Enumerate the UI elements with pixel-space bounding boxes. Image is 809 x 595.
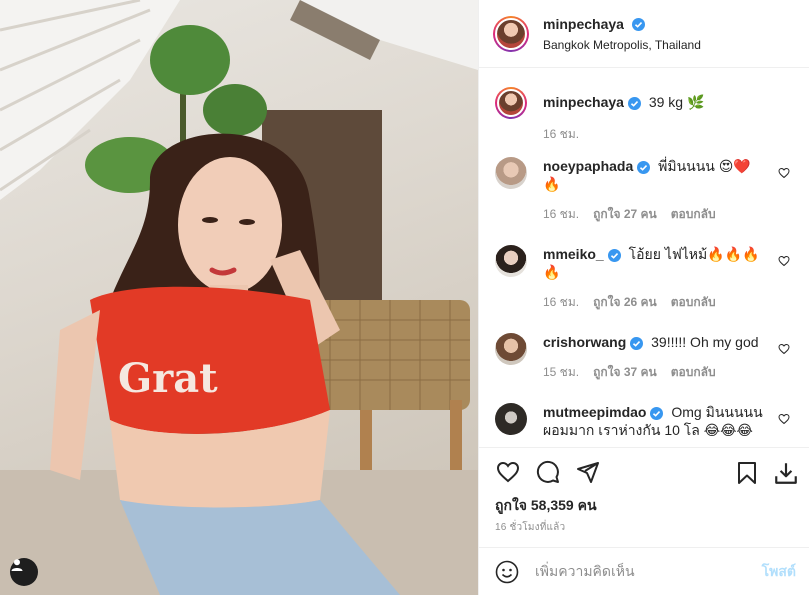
shirt-print-text: Grat bbox=[118, 355, 218, 402]
verified-icon bbox=[607, 248, 621, 262]
comment-text: 39!!!!! Oh my god bbox=[651, 334, 759, 350]
comment-time: 16 ชม. bbox=[543, 295, 580, 309]
post-timestamp: 16 ชั่วโมงที่แล้ว bbox=[495, 522, 566, 533]
comment-likes[interactable]: ถูกใจ 37 คน bbox=[593, 363, 657, 381]
emoji-icon[interactable] bbox=[495, 560, 519, 584]
comment-item: noeypaphada พี่มินนนน 😍❤️🔥 16 ชม. ถูกใจ 2… bbox=[495, 157, 794, 245]
heart-icon[interactable] bbox=[778, 255, 790, 267]
commenter-avatar[interactable] bbox=[495, 245, 527, 277]
verified-icon bbox=[637, 160, 651, 174]
caption-time: 16 ชม. bbox=[543, 127, 580, 141]
comment-time: 16 ชม. bbox=[543, 207, 580, 221]
post-caption: minpechaya 39 kg 🌿 16 ชม. bbox=[495, 69, 794, 157]
verified-icon bbox=[630, 336, 644, 350]
commenter-avatar[interactable] bbox=[495, 403, 527, 435]
heart-icon[interactable] bbox=[778, 343, 790, 355]
verified-icon bbox=[650, 406, 664, 420]
commenter-avatar[interactable] bbox=[495, 157, 527, 189]
reply-button[interactable]: ตอบกลับ bbox=[671, 293, 716, 311]
add-comment-bar: เพิ่มความคิดเห็น โพสต์ bbox=[479, 547, 809, 595]
share-icon[interactable] bbox=[575, 460, 601, 484]
author-username[interactable]: minpechaya bbox=[543, 16, 624, 32]
comment-likes[interactable]: ถูกใจ 27 คน bbox=[593, 205, 657, 223]
comments-list[interactable]: minpechaya 39 kg 🌿 16 ชม. noeypaphada พี… bbox=[479, 69, 809, 447]
download-icon[interactable] bbox=[773, 460, 799, 486]
commenter-avatar[interactable] bbox=[495, 333, 527, 365]
verified-icon bbox=[632, 17, 646, 31]
likes-count[interactable]: ถูกใจ 58,359 คน bbox=[495, 495, 597, 517]
comment-time: 15 ชม. bbox=[543, 365, 580, 379]
post-photo[interactable]: Grat bbox=[0, 0, 478, 595]
bookmark-icon[interactable] bbox=[735, 460, 759, 486]
comment-icon[interactable] bbox=[535, 460, 561, 484]
caption-username[interactable]: minpechaya bbox=[543, 94, 624, 110]
reply-button[interactable]: ตอบกลับ bbox=[671, 205, 716, 223]
comment-input[interactable]: เพิ่มความคิดเห็น bbox=[535, 561, 762, 583]
photo-illustration: Grat bbox=[0, 0, 478, 595]
post-comment-button[interactable]: โพสต์ bbox=[762, 561, 796, 583]
post-header: minpechaya Bangkok Metropolis, Thailand bbox=[479, 0, 809, 68]
comment-likes[interactable]: ถูกใจ 26 คน bbox=[593, 293, 657, 311]
caption-text: 39 kg 🌿 bbox=[648, 94, 705, 110]
comment-username[interactable]: noeypaphada bbox=[543, 158, 633, 174]
comment-item: crishorwang 39!!!!! Oh my god 15 ชม. ถูกใ… bbox=[495, 333, 794, 403]
heart-icon[interactable] bbox=[778, 167, 790, 179]
comment-username[interactable]: crishorwang bbox=[543, 334, 626, 350]
post-side-panel: minpechaya Bangkok Metropolis, Thailand … bbox=[478, 0, 809, 595]
user-tag-button[interactable] bbox=[10, 558, 38, 586]
verified-icon bbox=[627, 96, 641, 110]
reply-button[interactable]: ตอบกลับ bbox=[671, 363, 716, 381]
post-location[interactable]: Bangkok Metropolis, Thailand bbox=[543, 38, 701, 52]
author-avatar-small[interactable] bbox=[495, 87, 527, 119]
heart-icon[interactable] bbox=[778, 413, 790, 425]
post-actions: ถูกใจ 58,359 คน 16 ชั่วโมงที่แล้ว bbox=[479, 447, 809, 547]
comment-item: mmeiko_ โอ้ยย ไฟไหม้🔥🔥🔥🔥 16 ชม. ถูกใจ 26 … bbox=[495, 245, 794, 333]
author-avatar[interactable] bbox=[493, 15, 529, 52]
heart-icon[interactable] bbox=[495, 460, 521, 484]
comment-username[interactable]: mutmeepimdao bbox=[543, 404, 646, 420]
comment-item: mutmeepimdao Omg มินนนนน ผอมมาก เราห่างก… bbox=[495, 403, 794, 447]
comment-username[interactable]: mmeiko_ bbox=[543, 246, 604, 262]
user-tag-icon bbox=[11, 559, 23, 571]
